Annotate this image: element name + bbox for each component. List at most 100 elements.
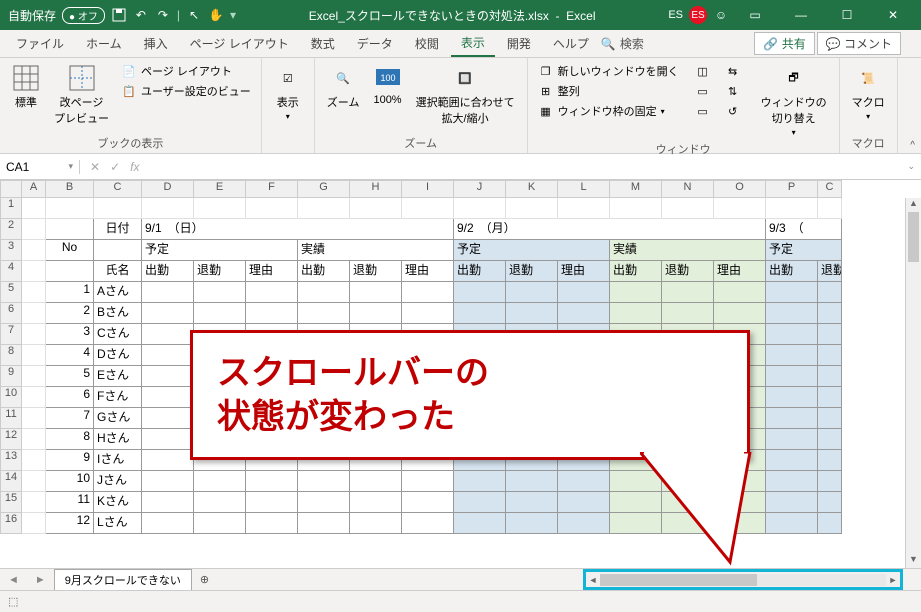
cell[interactable] bbox=[194, 492, 246, 513]
cell[interactable] bbox=[506, 303, 558, 324]
cell[interactable] bbox=[46, 261, 94, 282]
col-header[interactable]: C bbox=[94, 180, 142, 198]
cell[interactable] bbox=[350, 303, 402, 324]
view-normal-button[interactable]: 標準 bbox=[8, 62, 44, 112]
cell[interactable] bbox=[142, 366, 194, 387]
cell[interactable]: 退勤 bbox=[506, 261, 558, 282]
cell[interactable] bbox=[246, 471, 298, 492]
cell[interactable] bbox=[402, 198, 454, 219]
tab-developer[interactable]: 開発 bbox=[497, 31, 541, 56]
tab-home[interactable]: ホーム bbox=[76, 31, 132, 56]
cell[interactable] bbox=[142, 492, 194, 513]
select-all-corner[interactable] bbox=[0, 180, 22, 198]
col-header[interactable]: O bbox=[714, 180, 766, 198]
cell[interactable]: 1 bbox=[46, 282, 94, 303]
fx-icon[interactable]: fx bbox=[130, 160, 139, 174]
cell[interactable]: 9 bbox=[46, 450, 94, 471]
cell[interactable]: Aさん bbox=[94, 282, 142, 303]
col-header[interactable]: B bbox=[46, 180, 94, 198]
cell[interactable] bbox=[818, 450, 842, 471]
cell[interactable] bbox=[818, 387, 842, 408]
cell[interactable]: Fさん bbox=[94, 387, 142, 408]
cell[interactable]: 7 bbox=[46, 408, 94, 429]
col-header[interactable]: M bbox=[610, 180, 662, 198]
cursor-icon[interactable]: ↖ bbox=[186, 7, 202, 23]
col-header[interactable]: K bbox=[506, 180, 558, 198]
cell[interactable] bbox=[454, 303, 506, 324]
cell[interactable] bbox=[818, 429, 842, 450]
cell[interactable] bbox=[558, 198, 610, 219]
row-header[interactable]: 15 bbox=[0, 492, 22, 513]
maximize-button[interactable]: ☐ bbox=[827, 0, 867, 30]
col-header[interactable]: J bbox=[454, 180, 506, 198]
row-header[interactable]: 12 bbox=[0, 429, 22, 450]
cell[interactable] bbox=[194, 282, 246, 303]
hide-button[interactable]: ▭ bbox=[693, 82, 713, 100]
sheet-nav-next-icon[interactable]: ► bbox=[27, 574, 54, 586]
row-header[interactable]: 13 bbox=[0, 450, 22, 471]
cell[interactable] bbox=[402, 492, 454, 513]
col-header[interactable]: N bbox=[662, 180, 714, 198]
tab-review[interactable]: 校閲 bbox=[405, 31, 449, 56]
col-header[interactable]: G bbox=[298, 180, 350, 198]
cell[interactable] bbox=[142, 471, 194, 492]
ribbon-chevron-icon[interactable] bbox=[903, 42, 915, 46]
tab-insert[interactable]: 挿入 bbox=[134, 31, 178, 56]
row-header[interactable]: 3 bbox=[0, 240, 22, 261]
show-button[interactable]: ☑ 表示 ▾ bbox=[270, 62, 306, 123]
cell[interactable] bbox=[142, 324, 194, 345]
row-header[interactable]: 10 bbox=[0, 387, 22, 408]
cell[interactable] bbox=[142, 345, 194, 366]
cell[interactable] bbox=[766, 324, 818, 345]
scroll-left-icon[interactable]: ◄ bbox=[586, 575, 600, 585]
cell[interactable]: Jさん bbox=[94, 471, 142, 492]
cell[interactable] bbox=[662, 303, 714, 324]
cell[interactable] bbox=[142, 282, 194, 303]
search-box[interactable]: 🔍検索 bbox=[601, 35, 644, 52]
row-header[interactable]: 6 bbox=[0, 303, 22, 324]
row-header[interactable]: 2 bbox=[0, 219, 22, 240]
vertical-scrollbar[interactable]: ▲ ▼ bbox=[905, 198, 921, 568]
comment-button[interactable]: 💬 コメント bbox=[817, 32, 901, 55]
col-header[interactable]: E bbox=[194, 180, 246, 198]
cell[interactable] bbox=[194, 303, 246, 324]
cell[interactable]: 理由 bbox=[714, 261, 766, 282]
row-header[interactable]: 9 bbox=[0, 366, 22, 387]
cell[interactable] bbox=[298, 282, 350, 303]
cell[interactable] bbox=[610, 282, 662, 303]
sheet-tab[interactable]: 9月スクロールできない bbox=[54, 569, 192, 590]
cell[interactable]: 退勤 bbox=[194, 261, 246, 282]
cell[interactable] bbox=[142, 303, 194, 324]
cell[interactable]: 出勤 bbox=[298, 261, 350, 282]
view-pagelayout-button[interactable]: 📄ページ レイアウト bbox=[119, 62, 253, 80]
cell[interactable] bbox=[506, 282, 558, 303]
cell[interactable] bbox=[142, 408, 194, 429]
row-header[interactable]: 11 bbox=[0, 408, 22, 429]
col-header[interactable]: P bbox=[766, 180, 818, 198]
cell[interactable] bbox=[766, 198, 818, 219]
cell[interactable]: 10 bbox=[46, 471, 94, 492]
cell[interactable] bbox=[350, 282, 402, 303]
col-header[interactable]: L bbox=[558, 180, 610, 198]
cell[interactable] bbox=[94, 240, 142, 261]
cell[interactable]: 退勤 bbox=[818, 261, 842, 282]
cell[interactable] bbox=[22, 198, 46, 219]
cell[interactable]: 12 bbox=[46, 513, 94, 534]
sheet-nav-prev-icon[interactable]: ◄ bbox=[0, 574, 27, 586]
cell[interactable] bbox=[46, 219, 94, 240]
cell[interactable] bbox=[558, 282, 610, 303]
cell[interactable]: 理由 bbox=[402, 261, 454, 282]
cell[interactable]: 出勤 bbox=[766, 261, 818, 282]
cell[interactable] bbox=[350, 492, 402, 513]
cell[interactable]: 出勤 bbox=[142, 261, 194, 282]
cell[interactable] bbox=[46, 198, 94, 219]
scroll-right-icon[interactable]: ► bbox=[886, 575, 900, 585]
cell[interactable] bbox=[246, 198, 298, 219]
cell[interactable] bbox=[714, 282, 766, 303]
cell[interactable] bbox=[350, 513, 402, 534]
row-header[interactable]: 5 bbox=[0, 282, 22, 303]
cell[interactable] bbox=[194, 471, 246, 492]
cell[interactable] bbox=[714, 303, 766, 324]
cell[interactable] bbox=[22, 471, 46, 492]
cell[interactable] bbox=[402, 513, 454, 534]
